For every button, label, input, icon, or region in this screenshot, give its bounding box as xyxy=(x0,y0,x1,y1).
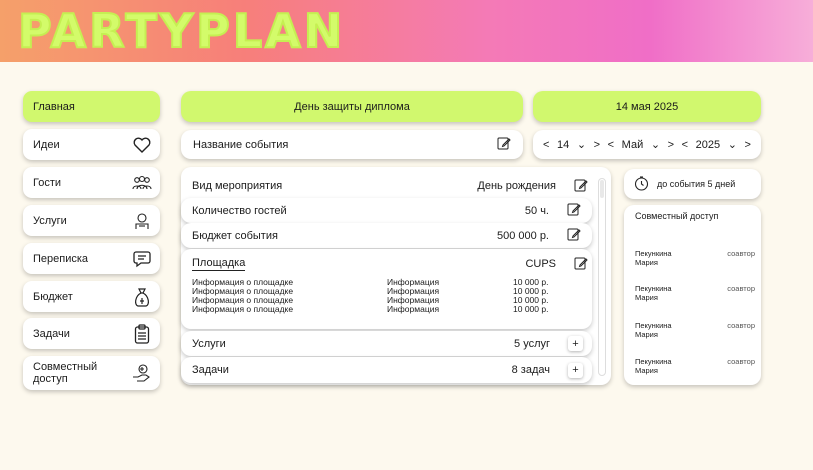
date-picker: < 14 ⌄ > < Май ⌄ > < 2025 ⌄ > xyxy=(533,130,761,159)
sidebar-item-label: Идеи xyxy=(33,138,60,151)
add-task-button[interactable]: + xyxy=(568,362,583,378)
collaborator-role: соавтор xyxy=(727,357,755,366)
day-next-button[interactable]: > xyxy=(594,139,600,151)
edit-icon[interactable] xyxy=(567,227,581,244)
event-date: 14 мая 2025 xyxy=(615,100,679,113)
detail-row-venue: Площадка CUPS xyxy=(192,255,588,273)
detail-value: День рождения xyxy=(477,180,556,192)
collaborator-row[interactable]: Пекункина Мария соавтор xyxy=(635,357,755,375)
day-dropdown-icon[interactable]: ⌄ xyxy=(577,138,586,151)
app-logo[interactable]: PARTYPLAN xyxy=(17,3,345,59)
event-date-bar: 14 мая 2025 xyxy=(533,91,761,122)
detail-label: Бюджет события xyxy=(192,229,278,242)
money-bag-icon xyxy=(132,287,152,307)
sidebar-item-label: Совместный доступ xyxy=(33,361,98,385)
detail-label: Количество гостей xyxy=(192,204,287,217)
services-icon xyxy=(132,211,152,231)
shared-access-icon xyxy=(132,363,152,383)
shared-access-title: Совместный доступ xyxy=(635,211,719,221)
sidebar-item-ideas[interactable]: Идеи xyxy=(23,129,160,160)
sidebar-item-guests[interactable]: Гости xyxy=(23,167,160,198)
event-name-label: Название события xyxy=(193,138,289,151)
scrollbar-thumb[interactable] xyxy=(600,180,604,198)
month-dropdown-icon[interactable]: ⌄ xyxy=(651,138,660,151)
sidebar-item-label: Бюджет xyxy=(33,290,73,303)
sidebar-item-home[interactable]: Главная xyxy=(23,91,160,122)
event-title: День защиты диплома xyxy=(294,100,410,113)
month-select[interactable]: Май xyxy=(622,139,644,151)
collaborator-row[interactable]: Пекункина Мария соавтор xyxy=(635,249,755,267)
sidebar-item-tasks[interactable]: Задачи xyxy=(23,318,160,349)
day-prev-button[interactable]: < xyxy=(543,139,549,151)
sidebar-item-services[interactable]: Услуги xyxy=(23,205,160,236)
checklist-icon xyxy=(132,323,152,344)
detail-label: Вид мероприятия xyxy=(192,180,283,192)
sidebar-item-messages[interactable]: Переписка xyxy=(23,243,160,274)
year-select[interactable]: 2025 xyxy=(696,139,720,151)
detail-value: 500 000 р. xyxy=(497,229,549,242)
tasks-count: 8 задач xyxy=(511,364,550,376)
detail-row-type: Вид мероприятия День рождения xyxy=(192,177,588,195)
year-next-button[interactable]: > xyxy=(745,139,751,151)
services-count: 5 услуг xyxy=(514,337,550,350)
sidebar-item-label: Задачи xyxy=(33,327,70,340)
collaborator-role: соавтор xyxy=(727,249,755,258)
heart-icon xyxy=(132,135,152,155)
collaborator-row[interactable]: Пекункина Мария соавтор xyxy=(635,321,755,339)
edit-icon[interactable] xyxy=(567,202,581,219)
sidebar-item-label: Главная xyxy=(33,100,75,113)
month-next-button[interactable]: > xyxy=(668,139,674,151)
year-dropdown-icon[interactable]: ⌄ xyxy=(728,138,737,151)
tasks-row[interactable]: Задачи 8 задач + xyxy=(181,357,592,383)
edit-icon[interactable] xyxy=(497,136,511,153)
sidebar-item-label: Гости xyxy=(33,176,62,189)
event-name-field[interactable]: Название события xyxy=(181,130,523,159)
tasks-label: Задачи xyxy=(192,364,229,376)
year-prev-button[interactable]: < xyxy=(682,139,688,151)
add-service-button[interactable]: + xyxy=(568,336,583,351)
timer-icon xyxy=(634,175,649,193)
collaborator-name: Пекункина Мария xyxy=(635,284,672,302)
collaborator-row[interactable]: Пекункина Мария соавтор xyxy=(635,284,755,302)
sidebar-item-shared-access[interactable]: Совместный доступ xyxy=(23,356,160,390)
chat-icon xyxy=(132,249,152,269)
collaborator-name: Пекункина Мария xyxy=(635,249,672,267)
sidebar-item-budget[interactable]: Бюджет xyxy=(23,281,160,312)
collaborator-name: Пекункина Мария xyxy=(635,321,672,339)
day-select[interactable]: 14 xyxy=(557,139,569,151)
guests-icon xyxy=(132,173,152,193)
services-row[interactable]: Услуги 5 услуг + xyxy=(181,331,592,356)
venue-info-cell: Информация о площадке xyxy=(192,304,294,314)
sidebar-item-label: Переписка xyxy=(33,252,89,265)
collaborator-name: Пекункина Мария xyxy=(635,357,672,375)
countdown-card: до события 5 дней xyxy=(624,169,761,199)
details-scrollbar[interactable] xyxy=(598,178,606,376)
services-label: Услуги xyxy=(192,337,226,350)
sidebar-item-label: Услуги xyxy=(33,214,67,227)
detail-value: 50 ч. xyxy=(524,204,549,217)
countdown-text: до события 5 дней xyxy=(657,179,736,189)
month-prev-button[interactable]: < xyxy=(608,139,614,151)
edit-icon[interactable] xyxy=(574,178,588,195)
collaborator-role: соавтор xyxy=(727,284,755,293)
header-banner: PARTYPLAN xyxy=(0,0,813,62)
collaborator-role: соавтор xyxy=(727,321,755,330)
detail-row-guests: Количество гостей 50 ч. xyxy=(181,198,592,223)
event-title-bar: День защиты диплома xyxy=(181,91,523,122)
edit-icon[interactable] xyxy=(574,256,588,273)
detail-value: CUPS xyxy=(525,258,556,270)
detail-row-budget: Бюджет события 500 000 р. xyxy=(181,223,592,248)
venue-label[interactable]: Площадка xyxy=(192,257,246,271)
